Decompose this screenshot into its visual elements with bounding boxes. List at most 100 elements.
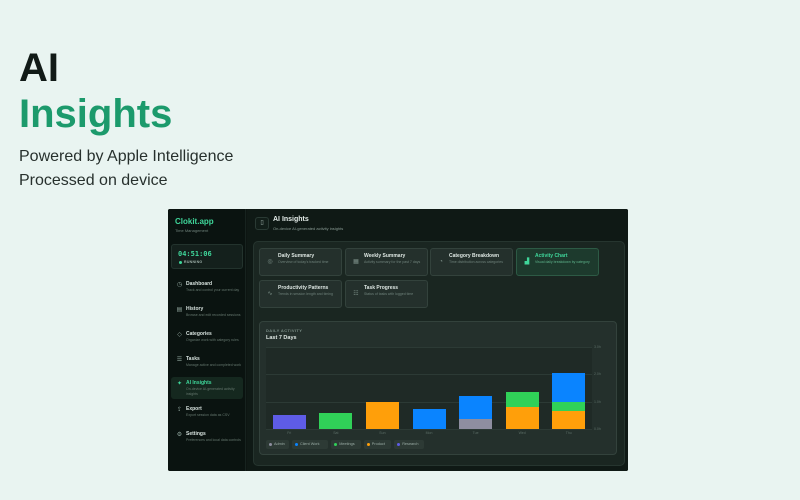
gridline [266,429,592,430]
sidebar-item-ai-insights[interactable]: ✦ AI Insights On-device AI-generated act… [171,377,243,399]
y-tick-label: 1.0h [594,399,601,404]
history-icon: ▤ [176,307,183,313]
tag-icon: ◇ [177,332,182,338]
x-tick-label: Thu [565,431,572,435]
sidebar-item-desc: Export session data as CSV [186,413,230,417]
legend-label: Client Work [300,442,320,446]
card-title: Daily Summary [278,253,315,259]
gridline [266,401,592,403]
chart-title: Last 7 Days [266,335,297,341]
legend-dot-icon [366,443,370,446]
sidebar-item-tasks[interactable]: ☰ Tasks Manage active and completed work [171,353,243,375]
card-desc: Trends in session length and timing [278,292,333,296]
card-weekly-summary[interactable]: ▦ Weekly Summary Activity summary for th… [345,248,428,276]
card-title: Task Progress [364,285,399,291]
legend-label: Meetings [339,442,355,446]
card-daily-summary[interactable]: ◎ Daily Summary Overview of today's trac… [259,248,342,276]
bar-segment-client-work[interactable] [412,408,446,429]
export-icon: ⇪ [176,407,183,413]
card-desc: Visual daily breakdown by category [535,260,590,264]
card-productivity-patterns[interactable]: ∿ Productivity Patterns Trends in sessio… [259,280,342,308]
sidebar-item-settings[interactable]: ⚙ Settings Preferences and local data co… [171,428,243,450]
bar-chart-icon: ▟ [524,259,530,265]
sidebar-toggle-icon[interactable]: ▯ [255,217,269,230]
bar-segment-meetings[interactable] [505,392,539,408]
x-tick-label: Wed [518,431,526,435]
sidebar-item-desc: On-device AI-generated activity insights [186,387,235,396]
sidebar-item-export[interactable]: ⇪ Export Export session data as CSV [171,403,243,425]
pulse-icon: ∿ [267,291,273,297]
card-desc: Activity summary for the past 7 days [364,260,421,264]
chart-plot-area [266,347,592,430]
brand-name: Clokit.app [175,217,214,226]
bar-segment-product[interactable] [505,407,539,429]
y-tick-label: 2.0h [594,372,601,377]
sidebar-item-desc: Browse and edit recorded sessions [186,313,241,317]
legend-dot-icon [334,443,338,446]
checklist-icon: ☷ [353,291,359,297]
bar-segment-client-work[interactable] [459,396,493,420]
sidebar-item-desc: Preferences and local data controls [186,438,241,442]
legend-dot-icon [269,443,272,446]
card-category-breakdown[interactable]: ◔ Category Breakdown Time distribution a… [430,248,513,276]
x-tick-label: Sun [379,431,386,435]
sidebar-item-label: Categories [186,331,212,337]
bar-segment-admin[interactable] [459,419,493,429]
legend-item-product[interactable]: Product [363,440,392,449]
legend-dot-icon [397,443,401,446]
legend-item-admin[interactable]: Admin [266,440,289,449]
calendar-icon: ▦ [353,259,359,265]
running-dot-icon [179,261,182,264]
main-area: ▯ AI Insights On-device AI-generated act… [247,209,628,471]
page-title: AI Insights [273,216,309,223]
hero-title-line2: Insights [19,92,173,136]
gear-icon: ⚙ [176,432,183,438]
sidebar-item-categories[interactable]: ◇ Categories Organize work with category… [171,328,243,350]
chart-heading: DAILY ACTIVITY [266,328,303,333]
insights-panel: ◎ Daily Summary Overview of today's trac… [253,241,625,466]
x-tick-label: Mon [425,431,433,435]
bar-segment-product[interactable] [365,401,399,429]
gridline [266,374,592,376]
bar-segment-meetings[interactable] [319,412,353,429]
app-window: Clokit.app Time Management 04:51:06 RUNN… [168,209,628,471]
sidebar-item-label: Settings [186,431,206,437]
list-icon: ☰ [176,357,183,363]
daily-activity-chart: DAILY ACTIVITY Last 7 Days Admin Client W… [259,321,617,455]
sidebar-item-desc: Manage active and completed work [186,363,242,367]
legend-dot-icon [295,443,298,446]
y-tick-label: 0.0h [594,427,601,431]
clock-icon: ◷ [176,282,183,288]
legend-item-meetings[interactable]: Meetings [331,440,361,449]
card-title: Productivity Patterns [278,285,329,291]
card-task-progress[interactable]: ☷ Task Progress Status of tasks with log… [345,280,428,308]
sidebar-item-desc: Track and control your current day [186,288,240,292]
sidebar-item-label: AI Insights [186,380,212,386]
sidebar-item-label: History [186,306,204,312]
page-subtitle: On-device AI-generated activity insights [273,226,344,231]
legend-label: Research [402,442,419,446]
timer-status: RUNNING [184,260,203,264]
bar-segment-meetings[interactable] [552,401,586,412]
sidebar-item-desc: Organize work with category rules [186,338,239,342]
hero-title-line1: AI [19,46,59,90]
bar-segment-product[interactable] [552,411,586,429]
timer-widget[interactable]: 04:51:06 RUNNING [171,244,243,269]
legend-item-client-work[interactable]: Client Work [292,440,329,449]
pie-icon: ◔ [439,259,443,265]
card-activity-chart[interactable]: ▟ Activity Chart Visual daily breakdown … [516,248,599,276]
sidebar-item-dashboard[interactable]: ◷ Dashboard Track and control your curre… [171,278,243,300]
sidebar-item-label: Tasks [186,356,200,362]
bar-segment-research[interactable] [272,415,306,429]
card-title: Weekly Summary [364,253,406,259]
sidebar-item-label: Dashboard [186,281,213,287]
sidebar-item-label: Export [186,406,202,412]
x-tick-label: Sat [333,431,339,435]
brand-subtitle: Time Management [175,228,209,233]
legend-item-research[interactable]: Research [394,440,424,449]
bar-segment-client-work[interactable] [552,372,586,402]
sidebar-item-history[interactable]: ▤ History Browse and edit recorded sessi… [171,303,243,325]
legend-label: Product [371,442,385,446]
gridline [266,347,592,348]
card-desc: Overview of today's tracked time [278,260,329,264]
